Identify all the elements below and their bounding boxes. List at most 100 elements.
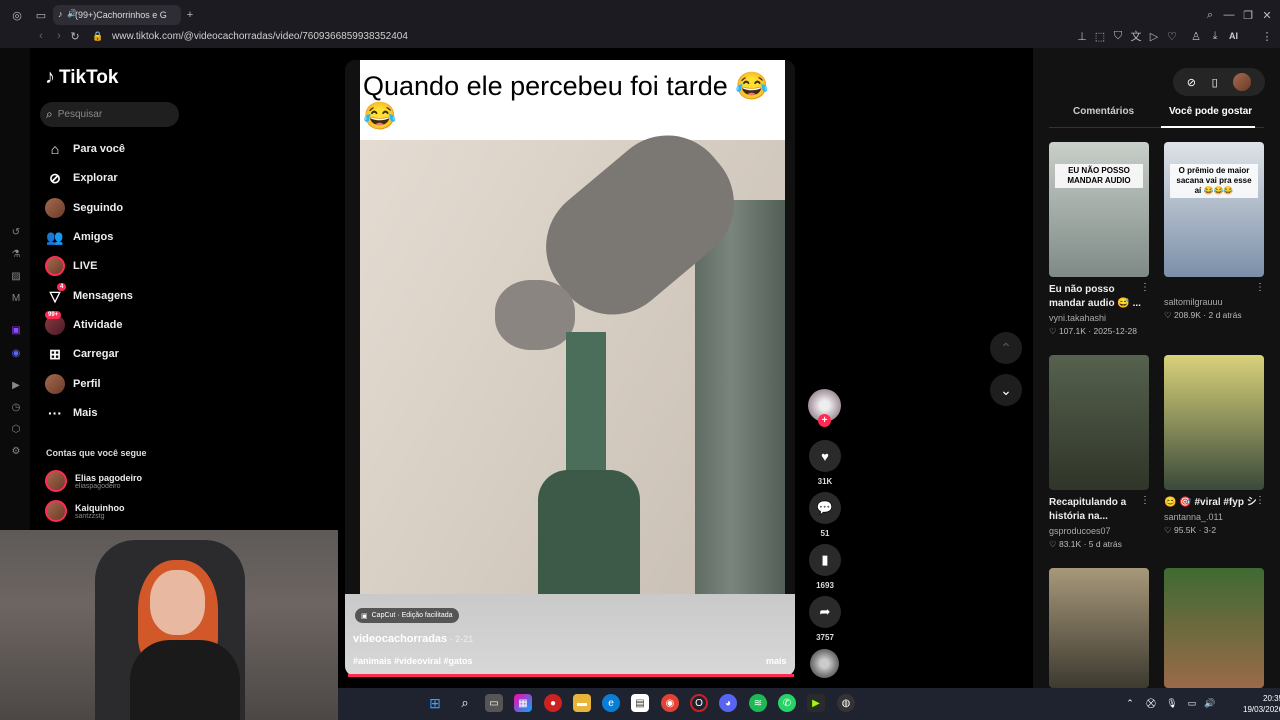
- recommended-video-author[interactable]: saltomilgrauuu: [1164, 297, 1223, 307]
- download-icon[interactable]: ⤓: [1208, 29, 1222, 43]
- search-input[interactable]: ⌕ Pesquisar: [40, 102, 179, 127]
- video-hashtags[interactable]: #animais #videoviral #gatos: [353, 656, 473, 666]
- spotify-icon[interactable]: ≋: [749, 694, 767, 712]
- tiktok-logo[interactable]: ♪ TikTok: [45, 66, 118, 89]
- recommended-video-thumbnail[interactable]: [1164, 355, 1264, 490]
- recommended-video-title[interactable]: Eu não posso mandar audio 😅 ...: [1049, 283, 1149, 311]
- browser-tab[interactable]: ♪ 🔊 (99+)Cachorrinhos e G: [53, 5, 181, 25]
- tray-chevron-icon[interactable]: ⌃: [1121, 694, 1139, 712]
- pin-icon[interactable]: ⊥: [1075, 29, 1089, 43]
- card-more-options-icon[interactable]: ⋮: [1140, 282, 1150, 293]
- sidebar-item-perfil[interactable]: Perfil: [45, 373, 101, 395]
- back-icon[interactable]: ‹: [34, 29, 48, 43]
- volume-icon[interactable]: 🔊: [1201, 694, 1219, 712]
- device-icon[interactable]: ▯: [1212, 76, 1218, 89]
- recommended-video-author[interactable]: santanna_.011: [1164, 512, 1223, 522]
- clock-rail-icon[interactable]: ◷: [10, 401, 22, 413]
- sidebar-item-amigos[interactable]: 👥 Amigos: [45, 226, 113, 248]
- file-explorer-icon[interactable]: ▬: [573, 694, 591, 712]
- app-icon-1[interactable]: ▦: [514, 694, 532, 712]
- taskbar-search-icon[interactable]: ⌕: [456, 694, 474, 712]
- video-author[interactable]: videocachorradas · 2-21: [353, 633, 473, 645]
- chrome-icon[interactable]: ◉: [661, 694, 679, 712]
- more-description-link[interactable]: mais: [766, 656, 787, 666]
- recommended-video-title[interactable]: Recapitulando a história na...: [1049, 496, 1149, 524]
- mail-rail-icon[interactable]: M: [10, 292, 22, 304]
- browser-logo-icon[interactable]: ◎: [10, 8, 24, 22]
- card-more-options-icon[interactable]: ⋮: [1140, 495, 1150, 506]
- store-icon[interactable]: ▤: [631, 694, 649, 712]
- recommended-video-author[interactable]: gsproducoes07: [1049, 526, 1111, 536]
- ai-button[interactable]: AI: [1229, 31, 1238, 41]
- play-icon[interactable]: ▷: [1147, 29, 1161, 43]
- tab-list-icon[interactable]: ▭: [34, 8, 48, 22]
- cube-rail-icon[interactable]: ⬡: [10, 423, 22, 435]
- comment-button[interactable]: 💬: [809, 492, 841, 524]
- settings-rail-icon[interactable]: ⚙: [10, 445, 22, 457]
- taskbar-clock[interactable]: 20:35 19/03/2026: [1243, 693, 1280, 715]
- sidebar-item-carregar[interactable]: ⊞ Carregar: [45, 343, 119, 365]
- app-icon-2[interactable]: ●: [544, 694, 562, 712]
- capcut-badge[interactable]: ▣ CapCut · Edição facilitada: [355, 608, 459, 623]
- search-tabs-icon[interactable]: ⌕: [1203, 8, 1217, 22]
- recommended-video-thumbnail[interactable]: O prêmio de maior sacana vai pra esse aí…: [1164, 142, 1264, 277]
- reload-icon[interactable]: ↻: [68, 29, 82, 43]
- recommended-video-thumbnail[interactable]: [1049, 568, 1149, 688]
- compass-small-icon[interactable]: ⊘: [1187, 76, 1196, 89]
- screenshot-icon[interactable]: ⬚: [1093, 29, 1107, 43]
- address-bar[interactable]: www.tiktok.com/@videocachorradas/video/7…: [112, 31, 408, 42]
- recommended-video-title[interactable]: 😊 🎯 #viral #fyp シ: [1164, 496, 1264, 510]
- opera-icon[interactable]: O: [690, 694, 708, 712]
- obs-icon[interactable]: ◍: [837, 694, 855, 712]
- recommended-video-thumbnail[interactable]: [1049, 355, 1149, 490]
- share-button[interactable]: ➦: [809, 596, 841, 628]
- account-icon[interactable]: ♙: [1189, 29, 1203, 43]
- recommended-video-thumbnail[interactable]: EU NÃO POSSO MANDAR AUDIO: [1049, 142, 1149, 277]
- sidebar-item-mais[interactable]: ··· Mais: [45, 402, 97, 424]
- sidebar-item-atividade[interactable]: 99+ Atividade: [45, 311, 123, 336]
- sidebar-item-para-voce[interactable]: ⌂ Para você: [45, 138, 125, 160]
- task-view-icon[interactable]: ▭: [485, 694, 503, 712]
- discord-rail-icon[interactable]: ◉: [10, 347, 22, 359]
- extensions-rail-icon[interactable]: ⚗: [10, 248, 22, 260]
- video-progress-bar[interactable]: [348, 674, 794, 677]
- following-account[interactable]: Elias pagodeiro eliaspagodeiro: [45, 470, 142, 492]
- sidebar-item-seguindo[interactable]: Seguindo: [45, 197, 123, 219]
- tab-comentarios[interactable]: Comentários: [1073, 106, 1134, 117]
- sidebar-item-mensagens[interactable]: ▽ 4 Mensagens: [45, 283, 133, 307]
- card-more-options-icon[interactable]: ⋮: [1255, 282, 1265, 293]
- tab-voce-pode-gostar[interactable]: Você pode gostar: [1169, 106, 1252, 117]
- recommended-video-author[interactable]: vyni.takahashi: [1049, 313, 1106, 323]
- following-account[interactable]: Kaiquinhoo santzzstg: [45, 500, 125, 522]
- forward-icon[interactable]: ›: [52, 29, 66, 43]
- network-icon[interactable]: ▭: [1183, 694, 1201, 712]
- music-disc-icon[interactable]: [810, 649, 839, 678]
- like-button[interactable]: ♥: [809, 440, 841, 472]
- previous-video-button[interactable]: ⌃: [990, 332, 1022, 364]
- next-video-button[interactable]: ⌄: [990, 374, 1022, 406]
- twitch-rail-icon[interactable]: ▣: [10, 324, 22, 336]
- player-rail-icon[interactable]: ▶: [10, 379, 22, 391]
- recommended-video-thumbnail[interactable]: [1164, 568, 1264, 688]
- whatsapp-icon[interactable]: ✆: [778, 694, 796, 712]
- windows-start-icon[interactable]: ⊞: [426, 694, 444, 712]
- edge-icon[interactable]: e: [602, 694, 620, 712]
- browser-menu-icon[interactable]: ⋮: [1260, 29, 1274, 43]
- sidebar-item-live[interactable]: LIVE: [45, 255, 97, 277]
- app-icon-3[interactable]: ▶: [807, 694, 825, 712]
- notes-rail-icon[interactable]: ▨: [10, 270, 22, 282]
- tray-icon-1[interactable]: ⛒: [1142, 694, 1160, 712]
- user-avatar[interactable]: [1233, 73, 1252, 91]
- heart-bookmark-icon[interactable]: ♡: [1165, 29, 1179, 43]
- shield-icon[interactable]: ⛉: [1111, 29, 1125, 43]
- follow-plus-button[interactable]: +: [818, 414, 831, 427]
- discord-taskbar-icon[interactable]: ◕: [719, 694, 737, 712]
- new-tab-button[interactable]: +: [183, 8, 197, 22]
- close-window-icon[interactable]: ✕: [1260, 8, 1274, 22]
- minimize-icon[interactable]: —: [1222, 8, 1236, 22]
- sidebar-item-explorar[interactable]: ⊘ Explorar: [45, 167, 118, 189]
- translate-icon[interactable]: 文: [1129, 29, 1143, 43]
- card-more-options-icon[interactable]: ⋮: [1255, 495, 1265, 506]
- maximize-icon[interactable]: ❐: [1241, 8, 1255, 22]
- microphone-icon[interactable]: 🎙: [1163, 694, 1181, 712]
